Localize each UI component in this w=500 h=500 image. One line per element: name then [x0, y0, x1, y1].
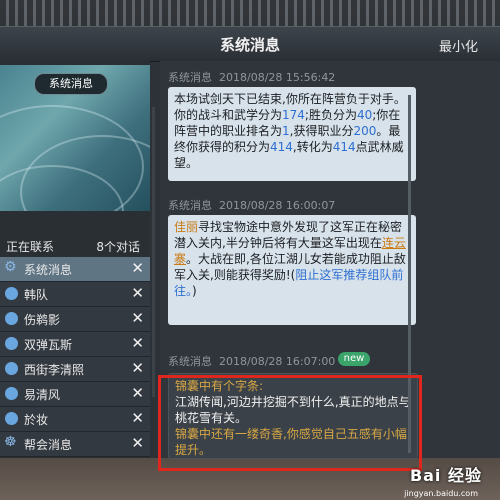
minimize-button[interactable]: 最小化 [439, 36, 478, 55]
dot-icon [5, 312, 18, 325]
close-icon[interactable]: ✕ [131, 359, 144, 377]
message-meta: 系统消息 2018/08/28 16:00:07 [168, 197, 335, 213]
message-text: ,获得职业分 [289, 124, 354, 138]
contact-name: 双弹瓦斯 [24, 338, 73, 352]
message-number: 200 [353, 124, 377, 138]
dot-icon [5, 337, 18, 350]
watermark: Bai 经验 [409, 466, 482, 485]
contact-item[interactable]: 易清风 ✕ [0, 382, 150, 407]
dot-icon [5, 412, 18, 425]
message-text: ) [192, 284, 197, 298]
message-meta: 系统消息 2018/08/28 15:56:42 [168, 69, 335, 85]
contact-name: 於妆 [24, 413, 49, 427]
title-bar: 系统消息 最小化 [0, 27, 500, 62]
message-sender: 系统消息 [168, 355, 212, 368]
contact-name: 系统消息 [24, 263, 73, 277]
player-name: 佳丽 [174, 220, 199, 234]
message-sender: 系统消息 [168, 199, 212, 212]
message-number: 174 [282, 108, 305, 122]
message-date: 2018/08/28 [219, 199, 283, 212]
sidebar: 系统消息 正在联系 8个对话 ⚙ 系统消息 ✕ 韩队 ✕ 伤鹈影 ✕ 双弹瓦斯 … [0, 61, 150, 458]
message-number: 40 [356, 108, 373, 122]
contact-name: 韩队 [24, 288, 49, 302]
message-date: 2018/08/28 [219, 355, 283, 368]
dot-icon [5, 287, 18, 300]
status-label: 正在联系 [6, 240, 55, 254]
close-icon[interactable]: ✕ [131, 409, 144, 427]
contact-name: 帮会消息 [24, 438, 73, 452]
close-icon[interactable]: ✕ [131, 334, 144, 352]
close-icon[interactable]: ✕ [131, 284, 144, 302]
contact-name: 西街李清照 [24, 363, 85, 377]
message-bubble: 佳丽寻找宝物途中意外发现了这军正在秘密潜入关内,半分钟后将有大量这军出现在连云寨… [168, 215, 416, 325]
contact-item-guild[interactable]: ☸ 帮会消息 ✕ [0, 432, 150, 457]
message-time: 16:00:07 [285, 199, 336, 212]
close-icon[interactable]: ✕ [131, 259, 144, 277]
window-title: 系统消息 [219, 36, 280, 54]
message-date: 2018/08/28 [219, 71, 283, 84]
contact-item[interactable]: 双弹瓦斯 ✕ [0, 332, 150, 357]
message-text: 寻找宝物途中意外发现了这军正在秘密潜入关内,半分钟后将有大量这军出现在 [174, 220, 403, 250]
close-icon[interactable]: ✕ [131, 384, 144, 402]
roof-decoration [0, 0, 500, 26]
message-number: 414 [332, 140, 356, 154]
message-meta: 系统消息 2018/08/28 16:07:00 [168, 353, 335, 369]
system-message-window: 系统消息 最小化 系统消息 正在联系 8个对话 ⚙ 系统消息 ✕ 韩队 ✕ 伤鹈… [0, 26, 500, 471]
message-time: 15:56:42 [285, 71, 336, 84]
close-icon[interactable]: ✕ [131, 309, 144, 327]
message-text: ,转化为 [292, 140, 333, 154]
close-icon[interactable]: ✕ [131, 434, 144, 452]
contact-name: 易清风 [24, 388, 61, 402]
message-time: 16:07:00 [285, 355, 336, 368]
dot-icon [5, 362, 18, 375]
banner-label: 系统消息 [34, 73, 108, 95]
contact-item[interactable]: 伤鹈影 ✕ [0, 307, 150, 332]
gear-icon: ⚙ [4, 259, 17, 275]
contact-item[interactable]: 韩队 ✕ [0, 282, 150, 307]
watermark-url: jingyan.baidu.com [404, 489, 478, 498]
contact-item[interactable]: 於妆 ✕ [0, 407, 150, 432]
contact-name: 伤鹈影 [24, 313, 61, 327]
message-bubble: 本场试剑天下已结束,你所在阵营负于对手。你的战斗和武学分为174;胜负分为40;… [168, 87, 416, 181]
people-icon: ☸ [4, 434, 17, 450]
message-number: 1 [282, 124, 290, 138]
highlight-box [158, 375, 422, 471]
message-sender: 系统消息 [168, 71, 212, 84]
contact-item-system[interactable]: ⚙ 系统消息 ✕ [0, 257, 150, 282]
contact-item[interactable]: 西街李清照 ✕ [0, 357, 150, 382]
message-number: 414 [270, 140, 293, 154]
conversation-count: 8个对话 [96, 240, 140, 254]
sidebar-scrollbar[interactable] [152, 107, 155, 397]
contact-status-row: 正在联系 8个对话 [0, 235, 150, 257]
sidebar-banner: 系统消息 [0, 65, 150, 211]
message-text: ;胜负分为 [304, 108, 357, 122]
dot-icon [5, 387, 18, 400]
new-badge: new [338, 352, 370, 366]
